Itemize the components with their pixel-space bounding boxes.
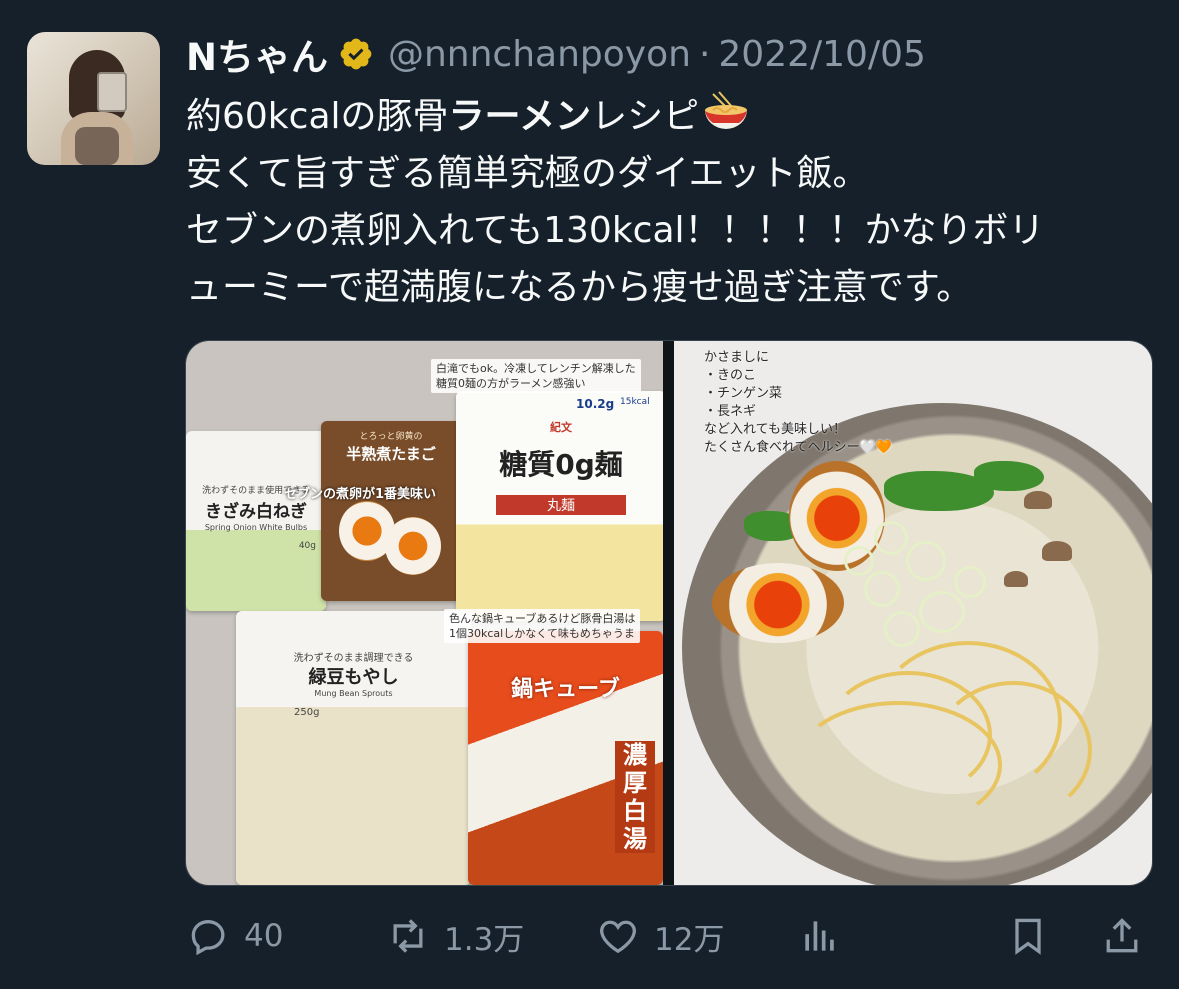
tweet-text-line: セブンの煮卵入れても130kcal！！！！！かなりボリ (186, 210, 1045, 251)
header-separator: · (698, 33, 711, 75)
tweet-header: Nちゃん @nnnchanpoyon · 2022/10/05 (186, 26, 926, 82)
highlight-text: ラーメン (448, 96, 592, 137)
tweet-text-line: 安くて旨すぎる簡単究極のダイエット飯。 (186, 153, 869, 194)
bookmark-button[interactable] (1006, 905, 1050, 967)
caption-soup-cube: 色んな鍋キューブあるけど豚骨白湯は 1個30kcalしかなくて味もめちゃうま (444, 609, 641, 643)
reply-button[interactable]: 40 (186, 905, 283, 967)
share-button[interactable] (1100, 905, 1144, 967)
ramen-bowl-icon (705, 91, 748, 129)
caption-topping-notes: かさましに ・きのこ ・チンゲン菜 ・長ネギ など入れても美味しい！ たくさん食… (704, 350, 892, 455)
tweet-text-line: ューミーで超満腹になるから痩せ過ぎ注意です。 (186, 267, 973, 308)
caption-noodle-tip: 白滝でもok。冷凍してレンチン解凍した 糖質0麺の方がラーメン感強い (431, 359, 641, 393)
author-handle[interactable]: @nnnchanpoyon (388, 34, 691, 75)
media-photo-ingredients[interactable]: 洗わずそのまま使用できる きざみ白ねぎ Spring Onion White B… (186, 341, 663, 885)
avatar[interactable] (27, 32, 160, 165)
media-photo-ramen[interactable]: かさましに ・きのこ ・チンゲン菜 ・長ネギ など入れても美味しい！ たくさん食… (674, 341, 1152, 885)
retweet-count: 1.3万 (444, 921, 525, 958)
retweet-button[interactable]: 1.3万 (386, 905, 524, 967)
like-button[interactable]: 12万 (596, 905, 724, 967)
analytics-icon (805, 921, 834, 951)
bookmark-icon (1015, 918, 1041, 955)
avatar-phone (97, 72, 127, 112)
action-bar: 40 1.3万 12万 (186, 905, 1146, 967)
tweet-body: 約60kcalの豚骨ラーメンレシピ 安くて旨すぎる簡単究極のダイエット飯。 セブ… (186, 88, 1151, 316)
reply-count: 40 (244, 918, 284, 954)
bean-sprouts-package: 洗わずそのまま調理できる 緑豆もやし Mung Bean Sprouts 250… (236, 611, 471, 885)
avatar-clothing (75, 127, 119, 165)
reply-icon (191, 920, 225, 956)
ramen-egg (712, 563, 844, 643)
tweet-date[interactable]: 2022/10/05 (718, 34, 926, 75)
retweet-icon (393, 919, 423, 953)
share-icon (1106, 918, 1138, 953)
onion-package: 洗わずそのまま使用できる きざみ白ねぎ Spring Onion White B… (186, 431, 326, 611)
caption-egg: セブンの煮卵が1番美味い (284, 487, 437, 502)
author-name[interactable]: Nちゃん (186, 27, 328, 81)
like-count: 12万 (654, 921, 725, 958)
soup-cube-package: 鍋キューブ 濃厚白湯 (468, 631, 663, 885)
views-button[interactable] (798, 905, 842, 967)
egg-package: とろっと卵黄の 半熟煮たまご (321, 421, 461, 601)
noodle-package: 紀文 糖質0g麺 丸麺 10.2g 15kcal (456, 391, 663, 621)
heart-icon (600, 920, 636, 954)
media-grid: 洗わずそのまま使用できる きざみ白ねぎ Spring Onion White B… (185, 340, 1153, 886)
tweet-text-line: 約60kcalの豚骨ラーメンレシピ (186, 88, 1151, 145)
verified-badge-icon (340, 38, 372, 70)
tweet: Nちゃん @nnnchanpoyon · 2022/10/05 約60kcalの… (0, 0, 1179, 989)
